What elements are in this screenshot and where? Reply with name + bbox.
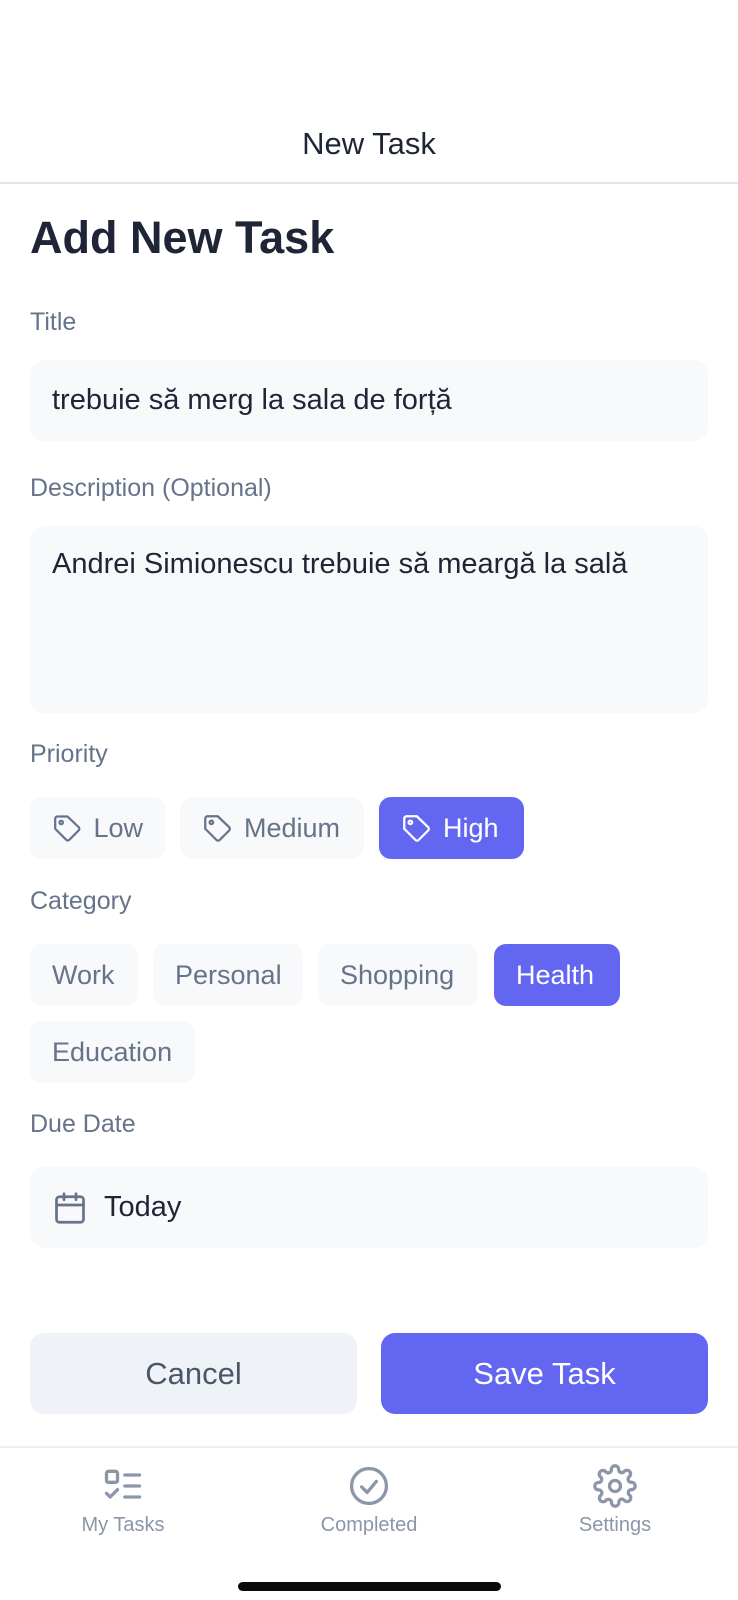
category-chip-work[interactable]: Work (30, 944, 138, 1006)
check-circle-icon (349, 1466, 389, 1506)
navigation-header: New Task (0, 0, 738, 184)
title-input-value: trebuie să merg la sala de forță (52, 384, 452, 416)
tab-my-tasks-label: My Tasks (81, 1514, 165, 1536)
tag-icon (403, 815, 430, 842)
title-label: Title (30, 308, 77, 336)
due-date-value: Today (104, 1191, 182, 1223)
home-indicator (238, 1582, 501, 1591)
category-chip-work-label: Work (52, 959, 115, 990)
cancel-button-label: Cancel (145, 1355, 242, 1391)
priority-chip-low-label: Low (93, 812, 143, 843)
category-chip-health[interactable]: Health (494, 944, 620, 1006)
cancel-button[interactable]: Cancel (30, 1333, 357, 1414)
tab-completed[interactable]: Completed (289, 1464, 449, 1537)
priority-chip-low[interactable]: Low (30, 797, 165, 859)
title-input[interactable]: trebuie să merg la sala de forță (30, 360, 708, 441)
category-chip-shopping[interactable]: Shopping (318, 944, 478, 1006)
save-task-button[interactable]: Save Task (381, 1333, 708, 1414)
description-textarea[interactable]: Andrei Simionescu trebuie să meargă la s… (30, 526, 708, 713)
priority-chip-high[interactable]: High (379, 797, 524, 859)
page-title: Add New Task (30, 212, 335, 263)
category-chip-education[interactable]: Education (30, 1021, 195, 1083)
calendar-icon (55, 1191, 85, 1224)
category-chip-health-label: Health (516, 959, 595, 990)
tag-icon (54, 815, 81, 842)
gear-icon (593, 1464, 637, 1508)
tab-settings-label: Settings (578, 1514, 652, 1536)
priority-chip-medium[interactable]: Medium (180, 797, 364, 859)
tab-completed-label: Completed (320, 1514, 418, 1536)
priority-chip-medium-label: Medium (244, 812, 341, 843)
description-label: Description (Optional) (30, 474, 272, 502)
category-chip-shopping-label: Shopping (340, 959, 455, 990)
tab-bar: My Tasks Completed Settings (0, 1446, 738, 1600)
tab-settings[interactable]: Settings (535, 1464, 695, 1537)
tag-icon (204, 815, 231, 842)
header-title: New Task (302, 126, 436, 161)
list-check-icon (104, 1469, 142, 1499)
category-chip-personal-label: Personal (175, 959, 282, 990)
save-task-button-label: Save Task (473, 1355, 616, 1391)
category-label: Category (30, 887, 132, 915)
description-textarea-value: Andrei Simionescu trebuie să meargă la s… (52, 548, 628, 580)
category-chip-education-label: Education (52, 1036, 173, 1067)
priority-label: Priority (30, 740, 108, 768)
tab-my-tasks[interactable]: My Tasks (43, 1464, 203, 1537)
category-chip-personal[interactable]: Personal (153, 944, 303, 1006)
priority-chip-high-label: High (443, 812, 499, 843)
due-date-picker[interactable]: Today (30, 1167, 708, 1248)
due-date-label: Due Date (30, 1110, 136, 1138)
